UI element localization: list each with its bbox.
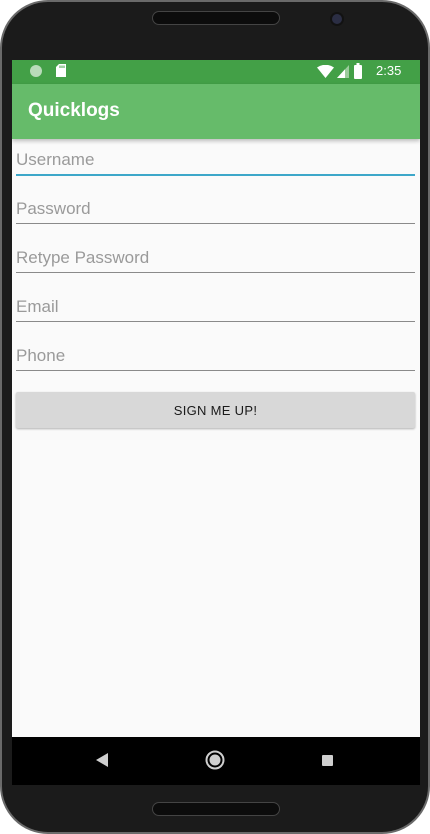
front-camera (332, 14, 342, 24)
password-input[interactable] (16, 194, 415, 224)
sign-me-up-button[interactable]: SIGN ME UP! (16, 392, 415, 428)
navigation-bar (12, 737, 420, 785)
phone-frame: 2:35 Quicklogs SIGN ME UP! (0, 0, 430, 834)
top-speaker (152, 11, 280, 25)
email-input[interactable] (16, 292, 415, 322)
screen: 2:35 Quicklogs SIGN ME UP! (12, 60, 420, 785)
battery-icon (354, 63, 362, 79)
retype-password-input[interactable] (16, 243, 415, 273)
notification-circle-icon (30, 65, 42, 77)
wifi-icon (317, 65, 334, 78)
phone-input[interactable] (16, 341, 415, 371)
bottom-speaker (152, 802, 280, 816)
status-bar: 2:35 (12, 60, 420, 84)
app-bar: Quicklogs (12, 84, 420, 139)
recent-apps-icon[interactable] (322, 755, 333, 766)
back-icon[interactable] (96, 753, 108, 767)
status-time: 2:35 (376, 63, 402, 78)
signal-icon (337, 65, 349, 78)
sd-card-icon (56, 64, 66, 77)
home-icon[interactable] (205, 750, 225, 770)
username-input[interactable] (16, 146, 415, 176)
app-title: Quicklogs (28, 100, 120, 121)
